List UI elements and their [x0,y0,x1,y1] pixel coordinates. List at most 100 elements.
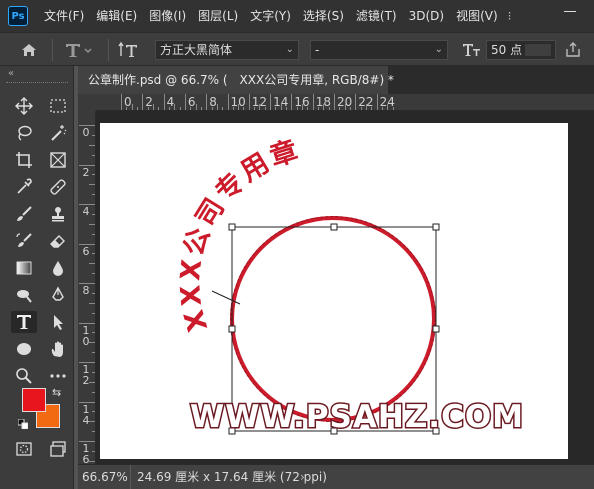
ellipse-tool-icon[interactable] [11,338,37,360]
ruler-minor-tick [92,174,95,176]
ruler-minor-tick [136,107,138,110]
document-tab-bar: 公章制作.psd @ 66.7% ( XXX公司专用章, RGB/8#) * [78,66,594,94]
ruler-minor-tick [158,107,160,110]
ruler-minor-tick [89,342,95,344]
minimize-icon[interactable] [564,11,576,12]
canvas[interactable]: XXX公司专用章 WWW.PSAHZ.COM [100,123,568,459]
ruler-minor-tick [92,194,95,196]
brush-tool-icon[interactable] [11,203,37,225]
ruler-tick [79,283,95,284]
seal-artwork: XXX公司专用章 WWW.PSAHZ.COM [175,134,524,437]
toggle-text-orientation-icon[interactable] [118,33,140,67]
ruler-minor-tick [200,107,202,110]
foreground-color-swatch-front [22,388,46,412]
menu-filter[interactable]: 滤镜(T) [350,0,403,32]
ruler-minor-tick [89,460,95,462]
ruler-minor-tick [168,107,170,110]
ruler-minor-tick [174,104,176,110]
ruler-tick [376,94,378,110]
ruler-minor-tick [92,332,95,334]
ruler-minor-tick [89,381,95,383]
zoom-tool-icon[interactable] [11,365,37,387]
menu-layer[interactable]: 图层(L) [192,0,244,32]
ruler-minor-tick [286,107,288,110]
ruler-minor-tick [387,104,389,110]
ruler-minor-tick [275,107,277,110]
ruler-left-label: 8 [82,284,90,297]
ruler-minor-tick [216,104,218,110]
ruler-minor-tick [280,104,282,110]
ruler-minor-tick [92,233,95,235]
menu-image[interactable]: 图像(I) [143,0,192,32]
document-tab[interactable]: 公章制作.psd @ 66.7% ( XXX公司专用章, RGB/8#) * [78,66,394,94]
ruler-minor-tick [89,421,95,423]
healing-brush-tool-icon[interactable] [45,176,71,198]
clone-stamp-tool-icon[interactable] [45,203,71,225]
quick-mask-icon[interactable] [11,438,37,460]
menu-view[interactable]: 视图(V) [450,0,504,32]
ruler-origin[interactable] [78,94,96,111]
ruler-minor-tick [344,104,346,110]
swap-colors-icon[interactable]: ⇆ [52,386,61,399]
ruler-left-label: 6 [82,244,90,258]
menu-more-icon[interactable]: ⁝ [508,9,512,23]
ruler-minor-tick [89,223,95,225]
pen-tool-icon[interactable] [45,284,71,306]
ruler-minor-tick [92,154,95,156]
gradient-tool-icon[interactable] [11,257,37,279]
font-size-icon [462,33,482,67]
status-menu-arrow-icon[interactable]: › [300,465,305,489]
menu-edit[interactable]: 编辑(E) [90,0,143,32]
eyedropper-tool-icon[interactable] [11,176,37,198]
ruler-minor-tick [254,107,256,110]
eraser-tool-icon[interactable] [45,230,71,252]
ruler-minor-tick [89,184,95,186]
ruler-tick [206,94,208,110]
frame-tool-icon[interactable] [45,149,71,171]
font-size-input[interactable]: 50 点 [486,40,556,60]
ruler-minor-tick [92,312,95,314]
font-style-select[interactable]: - ⌄ [310,40,448,60]
ruler-minor-tick [126,107,128,110]
ruler-minor-tick [259,104,261,110]
font-family-select[interactable]: 方正大黑简体 ⌄ [155,40,299,60]
ruler-tick [291,94,293,110]
share-icon[interactable] [564,33,582,67]
ruler-tick [355,94,357,110]
path-selection-tool-icon[interactable] [45,311,71,333]
crop-tool-icon[interactable] [11,149,37,171]
default-colors-icon[interactable] [17,418,29,430]
ruler-minor-tick [318,107,320,110]
magic-wand-tool-icon[interactable] [45,122,71,144]
ruler-tick [248,94,250,110]
horizontal-ruler[interactable]: 0 2 4 6 8 10 12 14 16 18 20 22 24 [96,94,594,111]
history-brush-tool-icon[interactable] [11,230,37,252]
ruler-tick [184,94,186,110]
ruler-minor-tick [232,107,234,110]
menu-type[interactable]: 文字(Y) [244,0,297,32]
horizontal-type-tool-icon[interactable] [11,311,37,333]
blur-tool-icon[interactable] [45,257,71,279]
screen-mode-icon[interactable] [45,438,71,460]
hand-tool-icon[interactable] [45,338,71,360]
menu-file[interactable]: 文件(F) [38,0,90,32]
marquee-tool-icon[interactable] [45,95,71,117]
type-tool-preset-icon[interactable] [64,33,94,67]
move-tool-icon[interactable] [11,95,37,117]
menu-select[interactable]: 选择(S) [297,0,350,32]
home-icon[interactable] [20,33,38,67]
more-tools-icon[interactable] [45,365,71,387]
zoom-level[interactable]: 66.67% [82,465,128,489]
menu-3d[interactable]: 3D(D) [403,0,450,32]
ruler-minor-tick [179,107,181,110]
collapse-panel-icon[interactable]: « [8,68,14,79]
ruler-tick [79,243,95,245]
dodge-tool-icon[interactable] [11,284,37,306]
status-bar: 66.67% 24.69 厘米 x 17.64 厘米 (72 ppi) › [78,464,594,489]
chevron-down-icon: ⌄ [285,44,294,55]
lasso-tool-icon[interactable] [11,122,37,144]
ruler-minor-tick [92,391,95,393]
ruler-minor-tick [328,107,330,110]
vertical-ruler[interactable]: 0246810121416 [78,111,96,464]
ruler-tick [79,401,95,403]
